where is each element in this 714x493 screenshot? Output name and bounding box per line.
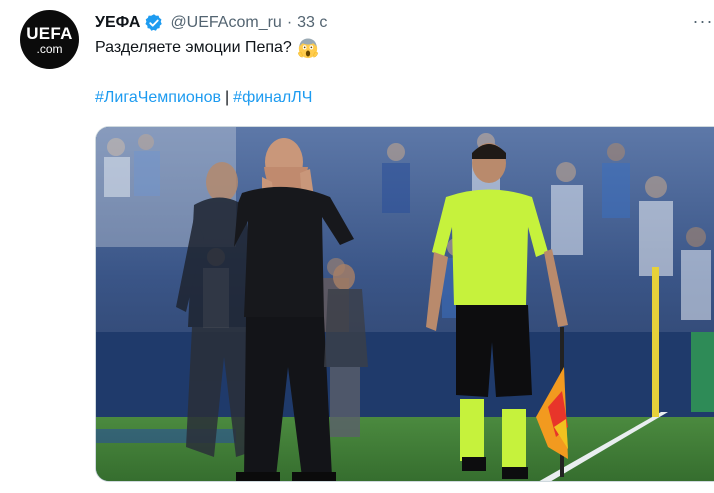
more-icon[interactable]: ··· <box>692 10 714 32</box>
author-handle[interactable]: @UEFAcom_ru <box>170 14 281 32</box>
avatar[interactable]: UEFA .com <box>20 10 79 69</box>
hashtag-link-champions-league[interactable]: #ЛигаЧемпионов <box>95 89 221 106</box>
avatar-text-uefa: UEFA <box>26 23 73 43</box>
verified-badge-icon <box>145 14 163 31</box>
avatar-text-com: .com <box>36 41 63 56</box>
tweet-text-content: Разделяете эмоции Пепа? <box>95 39 292 56</box>
header-separator: · <box>286 14 293 31</box>
tweet-header: УЕФА @UEFAcom_ru · 33 с <box>95 12 327 34</box>
tweet[interactable]: UEFA .com УЕФА @UEFAcom_ru · 33 с ··· Ра… <box>0 0 714 493</box>
tweet-text: Разделяете эмоции Пепа? <box>95 37 319 59</box>
tweet-photo[interactable] <box>95 126 714 482</box>
hashtag-line: #ЛигаЧемпионов | #финалЛЧ <box>95 89 312 107</box>
tweet-timestamp[interactable]: 33 с <box>297 14 327 32</box>
hashtag-link-final[interactable]: #финалЛЧ <box>233 89 312 106</box>
photo-canvas <box>96 127 714 481</box>
face-screaming-in-fear-icon <box>297 38 318 59</box>
author-name[interactable]: УЕФА <box>95 14 140 32</box>
hashtag-separator: | <box>225 89 230 106</box>
